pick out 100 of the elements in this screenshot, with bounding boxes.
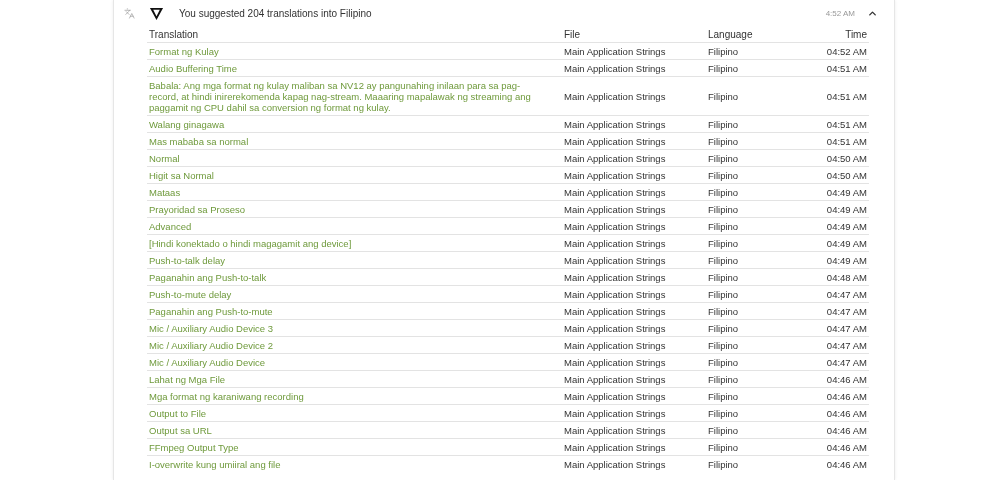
table-cell: Filipino <box>706 455 806 472</box>
translation-link[interactable]: Format ng Kulay <box>147 42 562 60</box>
table-cell: Main Application Strings <box>562 455 706 472</box>
translation-link[interactable]: Audio Buffering Time <box>147 59 562 77</box>
table-cell: Filipino <box>706 115 806 133</box>
table-cell: Main Application Strings <box>562 438 706 456</box>
table-cell: Main Application Strings <box>562 268 706 286</box>
column-header: File <box>562 27 706 43</box>
translation-link[interactable]: Mga format ng karaniwang recording <box>147 387 562 405</box>
translation-link[interactable]: Normal <box>147 149 562 167</box>
table-cell: Filipino <box>706 217 806 235</box>
activity-time: 4:52 AM <box>825 7 855 20</box>
table-cell: Main Application Strings <box>562 115 706 133</box>
translation-link[interactable]: Output to File <box>147 404 562 422</box>
table-cell: 04:49 AM <box>806 251 869 269</box>
table-cell: 04:48 AM <box>806 268 869 286</box>
table-cell: Main Application Strings <box>562 353 706 371</box>
table-cell: 04:46 AM <box>806 404 869 422</box>
table-cell: Main Application Strings <box>562 132 706 150</box>
table-cell: Filipino <box>706 149 806 167</box>
table-cell: 04:49 AM <box>806 234 869 252</box>
table-cell: Main Application Strings <box>562 166 706 184</box>
translation-link[interactable]: Mic / Auxiliary Audio Device 2 <box>147 336 562 354</box>
table-cell: Filipino <box>706 200 806 218</box>
table-cell: 04:46 AM <box>806 438 869 456</box>
column-header: Language <box>706 27 806 43</box>
table-cell: Filipino <box>706 302 806 320</box>
table-cell: Filipino <box>706 438 806 456</box>
translation-link[interactable]: Prayoridad sa Proseso <box>147 200 562 218</box>
table-cell: 04:46 AM <box>806 455 869 472</box>
translation-link[interactable]: [Hindi konektado o hindi magagamit ang device] <box>147 234 562 252</box>
table-cell: 04:49 AM <box>806 183 869 201</box>
translation-link[interactable]: Push-to-mute delay <box>147 285 562 303</box>
table-cell: Main Application Strings <box>562 234 706 252</box>
table-cell: Filipino <box>706 336 806 354</box>
table-cell: Main Application Strings <box>562 149 706 167</box>
translation-link[interactable]: FFmpeg Output Type <box>147 438 562 456</box>
translate-icon <box>124 8 135 19</box>
table-cell: Main Application Strings <box>562 387 706 405</box>
table-cell: 04:47 AM <box>806 302 869 320</box>
table-cell: Filipino <box>706 353 806 371</box>
translation-link[interactable]: Mic / Auxiliary Audio Device 3 <box>147 319 562 337</box>
table-cell: Filipino <box>706 319 806 337</box>
table-cell: 04:47 AM <box>806 285 869 303</box>
table-cell: Filipino <box>706 234 806 252</box>
table-cell: Filipino <box>706 251 806 269</box>
table-cell: 04:47 AM <box>806 353 869 371</box>
translation-link[interactable]: Output sa URL <box>147 421 562 439</box>
table-cell: 04:51 AM <box>806 76 869 116</box>
column-header: Translation <box>147 27 562 43</box>
table-cell: Main Application Strings <box>562 183 706 201</box>
table-cell: Filipino <box>706 59 806 77</box>
table-cell: Filipino <box>706 42 806 60</box>
table-cell: 04:49 AM <box>806 217 869 235</box>
column-header: Time <box>806 27 869 43</box>
table-cell: Main Application Strings <box>562 42 706 60</box>
table-cell: Filipino <box>706 183 806 201</box>
translation-link[interactable]: Mataas <box>147 183 562 201</box>
table-cell: 04:46 AM <box>806 370 869 388</box>
table-cell: Main Application Strings <box>562 76 706 116</box>
table-cell: Main Application Strings <box>562 285 706 303</box>
table-cell: Main Application Strings <box>562 200 706 218</box>
table-cell: Main Application Strings <box>562 251 706 269</box>
table-cell: 04:47 AM <box>806 336 869 354</box>
table-cell: Main Application Strings <box>562 421 706 439</box>
table-cell: Main Application Strings <box>562 404 706 422</box>
table-cell: Main Application Strings <box>562 302 706 320</box>
table-cell: 04:50 AM <box>806 149 869 167</box>
translation-link[interactable]: Paganahin ang Push-to-mute <box>147 302 562 320</box>
table-cell: Main Application Strings <box>562 370 706 388</box>
translation-link[interactable]: Walang ginagawa <box>147 115 562 133</box>
table-cell: Main Application Strings <box>562 319 706 337</box>
table-cell: 04:49 AM <box>806 200 869 218</box>
table-cell: 04:47 AM <box>806 319 869 337</box>
table-cell: 04:51 AM <box>806 132 869 150</box>
translation-link[interactable]: Push-to-talk delay <box>147 251 562 269</box>
activity-title: You suggested 204 translations into Filipino <box>179 7 372 21</box>
table-cell: Filipino <box>706 268 806 286</box>
table-cell: Filipino <box>706 370 806 388</box>
table-cell: Filipino <box>706 404 806 422</box>
table-cell: Filipino <box>706 166 806 184</box>
translation-link[interactable]: Paganahin ang Push-to-talk <box>147 268 562 286</box>
translation-link[interactable]: Higit sa Normal <box>147 166 562 184</box>
table-cell: 04:51 AM <box>806 59 869 77</box>
translation-link[interactable]: Babala: Ang mga format ng kulay maliban sa NV12 ay pangunahing inilaan para sa pag-record, at hindi inirerekomenda kapag nag-stream. Maaaring mapalawak ng streaming ang paggamit ng CPU dahil sa conversion ng format ng kulay. <box>147 76 562 116</box>
translation-link[interactable]: Advanced <box>147 217 562 235</box>
collapse-button[interactable] <box>867 8 878 19</box>
table-cell: 04:51 AM <box>806 115 869 133</box>
table-cell: Filipino <box>706 285 806 303</box>
table-cell: Main Application Strings <box>562 59 706 77</box>
translation-link[interactable]: Lahat ng Mga File <box>147 370 562 388</box>
translation-link[interactable]: I-overwrite kung umiiral ang file <box>147 455 562 472</box>
table-cell: 04:52 AM <box>806 42 869 60</box>
table-cell: Main Application Strings <box>562 217 706 235</box>
table-cell: Filipino <box>706 76 806 116</box>
table-cell: Filipino <box>706 421 806 439</box>
table-cell: 04:50 AM <box>806 166 869 184</box>
translation-link[interactable]: Mas mababa sa normal <box>147 132 562 150</box>
translation-link[interactable]: Mic / Auxiliary Audio Device <box>147 353 562 371</box>
table-cell: Filipino <box>706 387 806 405</box>
